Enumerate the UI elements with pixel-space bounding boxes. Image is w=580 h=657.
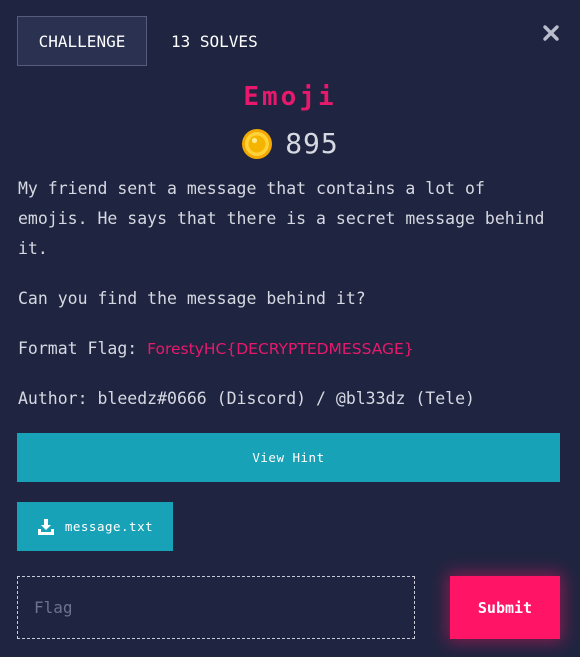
challenge-description: My friend sent a message that contains a… [18,174,563,434]
download-file-label: message.txt [64,519,154,534]
format-flag-line: Format Flag: ForestyHC{DECRYPTEDMESSAGE} [18,334,563,364]
challenge-title: Emoji [243,82,337,112]
close-icon[interactable] [542,24,560,42]
view-hint-button[interactable]: View Hint [17,433,560,482]
tab-challenge-label: CHALLENGE [38,31,126,51]
challenge-points: 895 [0,127,580,160]
submit-button[interactable]: Submit [450,576,560,639]
description-paragraph: My friend sent a message that contains a… [18,179,545,258]
tab-challenge[interactable]: CHALLENGE [17,16,147,66]
flag-input[interactable] [17,576,415,639]
submit-label: Submit [477,598,533,617]
coin-icon [242,128,273,159]
format-flag-label: Format Flag: [18,339,148,358]
view-hint-label: View Hint [252,450,325,465]
download-icon [37,518,54,535]
tab-solves-label: 13 SOLVES [171,31,258,51]
download-file-button[interactable]: message.txt [17,502,173,551]
points-value: 895 [285,127,339,160]
description-paragraph: Can you find the message behind it? [18,289,366,308]
tab-solves[interactable]: 13 SOLVES [171,32,258,51]
modal-tabs: CHALLENGE 13 SOLVES [17,16,258,66]
format-flag-value: ForestyHC{DECRYPTEDMESSAGE} [147,340,414,358]
author-line: Author: bleedz#0666 (Discord) / @bl33dz … [18,389,475,408]
